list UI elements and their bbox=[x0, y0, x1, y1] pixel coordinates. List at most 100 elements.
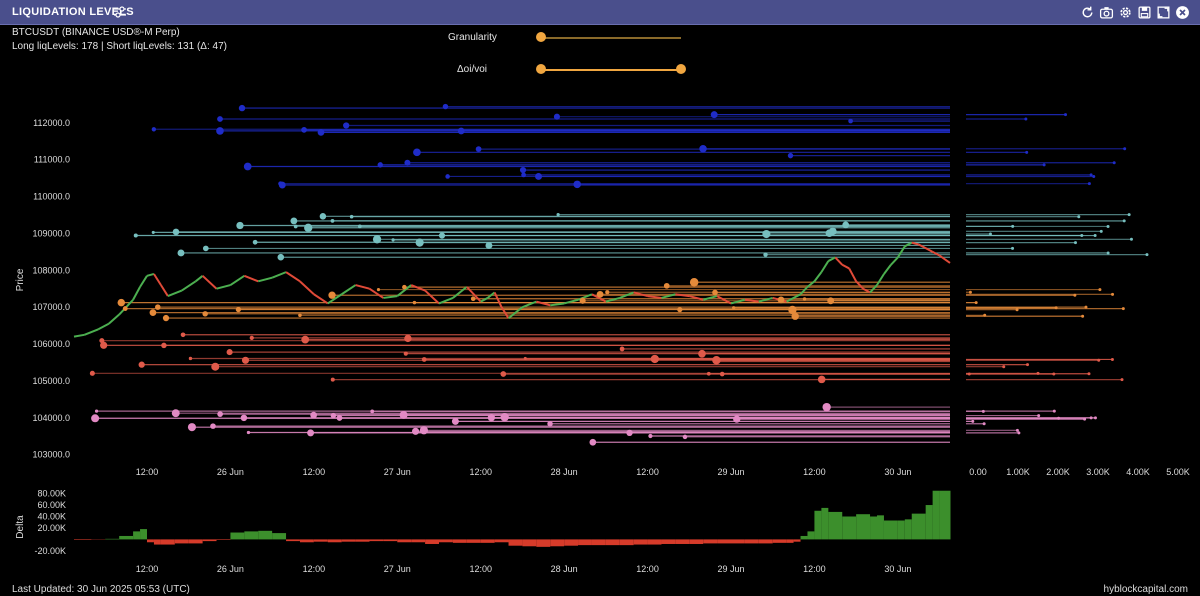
price-line-segment bbox=[181, 280, 197, 292]
liq-level-dot-teal bbox=[842, 221, 850, 229]
price-line-segment bbox=[577, 293, 593, 301]
liq-level-dot-teal bbox=[829, 227, 837, 236]
delta-bar-positive bbox=[883, 520, 898, 540]
delta-bar-negative bbox=[383, 539, 398, 542]
liq-level-end-dot-red bbox=[967, 372, 971, 376]
delta-bar-negative bbox=[564, 539, 579, 546]
granularity-label: Granularity bbox=[448, 32, 497, 43]
liq-level-dot-pink bbox=[626, 429, 633, 437]
liq-level-dot-orange bbox=[149, 309, 157, 316]
brand-link[interactable]: hyblockcapital.com bbox=[1104, 584, 1188, 595]
delta-time-axis-tick-label: 28 Jun bbox=[551, 564, 578, 574]
liq-level-end-dot-red bbox=[1120, 378, 1124, 382]
price-axis-tick-label: 105000.0 bbox=[32, 376, 70, 386]
settings-sliders-icon[interactable] bbox=[113, 5, 127, 19]
liq-level-dot-red bbox=[421, 357, 427, 362]
delta-bar-positive bbox=[807, 531, 815, 540]
delta-bar-negative bbox=[147, 539, 154, 543]
delta-bar-negative bbox=[439, 539, 453, 543]
liq-level-dot-blue bbox=[848, 118, 853, 124]
liq-level-dot-red bbox=[249, 335, 254, 340]
gear-icon[interactable] bbox=[1118, 5, 1133, 20]
time-axis-tick-label: 29 Jun bbox=[717, 467, 744, 477]
price-line-segment bbox=[911, 241, 919, 246]
price-line-segment bbox=[327, 293, 343, 305]
delta-bar-negative bbox=[619, 539, 634, 546]
delta-bar-positive bbox=[842, 516, 857, 540]
liq-level-end-dot-teal bbox=[1011, 224, 1015, 228]
price-line-segment bbox=[493, 291, 503, 308]
delta-bar-positive bbox=[272, 533, 287, 540]
price-line-segment bbox=[536, 300, 551, 307]
liq-level-dot-blue bbox=[377, 162, 383, 168]
price-line-segment bbox=[848, 267, 858, 282]
delta-bar-negative bbox=[313, 539, 328, 542]
oi-vol-slider-track[interactable] bbox=[541, 69, 681, 71]
liq-level-end-dot-pink bbox=[1093, 416, 1097, 420]
liq-level-end-dot-teal bbox=[1077, 215, 1081, 219]
delta-axis-tick-label: 80.00K bbox=[37, 489, 66, 499]
price-line-segment bbox=[883, 264, 892, 275]
liq-level-dot-teal bbox=[357, 224, 362, 229]
liq-level-dot-pink bbox=[500, 412, 509, 422]
price-line-segment bbox=[876, 273, 885, 286]
liq-level-dot-blue bbox=[519, 166, 527, 174]
price-line-segment bbox=[730, 298, 746, 305]
camera-icon[interactable] bbox=[1099, 5, 1114, 20]
liq-level-dot-orange bbox=[802, 297, 807, 301]
time-axis-tick-label: 12:00 bbox=[136, 467, 159, 477]
liq-level-dot-blue bbox=[457, 127, 465, 135]
refresh-icon[interactable] bbox=[1080, 5, 1095, 20]
price-line-segment bbox=[869, 284, 878, 294]
liq-level-dot-teal bbox=[762, 229, 771, 239]
delta-time-axis-tick-label: 12:00 bbox=[469, 564, 492, 574]
delta-bar-negative bbox=[536, 539, 551, 547]
delta-bar-negative bbox=[466, 539, 481, 543]
price-line-segment bbox=[661, 293, 676, 299]
liq-level-dot-red bbox=[712, 356, 721, 365]
liq-level-dot-orange bbox=[328, 291, 336, 299]
delta-bar-negative bbox=[188, 539, 203, 544]
delta-bar-negative bbox=[480, 539, 495, 543]
delta-bar-negative bbox=[369, 539, 384, 542]
expand-icon[interactable] bbox=[1156, 5, 1171, 20]
liq-level-dot-teal bbox=[349, 214, 354, 219]
liq-level-end-dot-pink bbox=[981, 409, 985, 413]
oi-vol-slider-min-handle[interactable] bbox=[536, 64, 546, 74]
price-line-segment bbox=[744, 298, 759, 303]
granularity-slider-track[interactable] bbox=[541, 37, 681, 39]
liq-level-dot-pink bbox=[171, 409, 180, 418]
liq-level-dot-blue bbox=[404, 159, 411, 166]
price-line-segment bbox=[73, 333, 85, 338]
liq-level-dot-red bbox=[241, 356, 250, 364]
granularity-slider-handle[interactable] bbox=[536, 32, 546, 42]
delta-time-axis-tick-label: 27 Jun bbox=[384, 564, 411, 574]
price-line-segment bbox=[938, 254, 951, 264]
liq-level-dot-orange bbox=[235, 306, 242, 313]
save-icon[interactable] bbox=[1137, 5, 1152, 20]
delta-bar-positive bbox=[897, 520, 905, 540]
liq-level-dot-orange bbox=[712, 289, 718, 296]
liq-level-end-dot-teal bbox=[1106, 224, 1110, 228]
price-line-segment bbox=[855, 280, 864, 290]
price-line-segment bbox=[786, 293, 801, 303]
price-line-segment bbox=[368, 287, 384, 299]
liq-level-dot-red bbox=[99, 338, 105, 344]
liq-level-dot-teal bbox=[330, 218, 335, 223]
time-axis-tick-label: 12:00 bbox=[803, 467, 826, 477]
liquidation-levels-chart[interactable]: 103000.0 104000.0 105000.0 106000.0 107000.0… bbox=[0, 0, 1200, 596]
price-line-segment bbox=[257, 276, 273, 283]
liq-level-dot-blue bbox=[238, 104, 246, 112]
price-line-segment bbox=[619, 291, 635, 299]
liq-level-dot-orange bbox=[732, 306, 736, 310]
liq-level-end-dot-orange bbox=[1054, 306, 1058, 310]
close-icon[interactable] bbox=[1175, 5, 1190, 20]
time-axis-tick-label: 12:00 bbox=[303, 467, 326, 477]
liq-level-dot-orange bbox=[777, 296, 785, 304]
delta-bar-negative bbox=[661, 539, 676, 544]
oi-vol-slider-max-handle[interactable] bbox=[676, 64, 686, 74]
liq-level-end-dot-pink bbox=[1057, 416, 1061, 420]
price-line-segment bbox=[487, 291, 496, 299]
liq-level-dot-red bbox=[301, 335, 310, 344]
liq-level-dot-red bbox=[226, 349, 233, 356]
